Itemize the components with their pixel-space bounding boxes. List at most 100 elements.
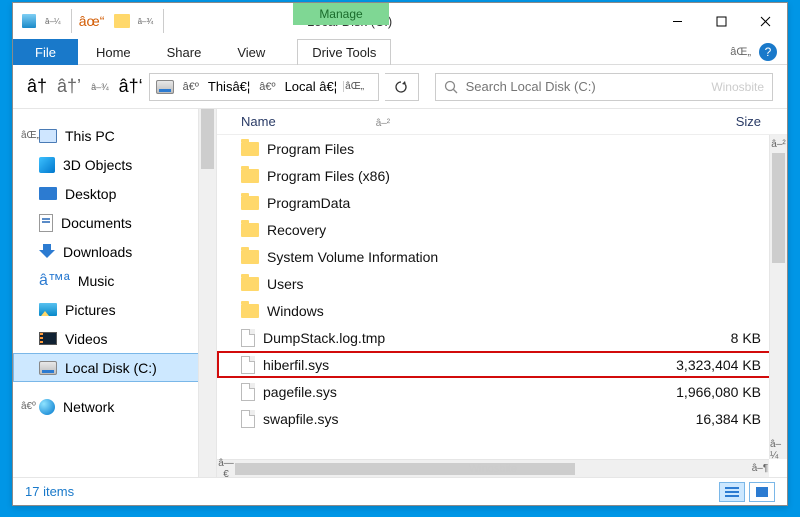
properties-icon[interactable] [19, 11, 39, 31]
sidebar-item[interactable]: Downloads [13, 237, 216, 266]
disk-icon [39, 361, 57, 375]
sort-indicator-icon: â–² [376, 118, 390, 129]
file-name: Recovery [267, 222, 326, 238]
watermark-text: Winosbite [469, 463, 517, 475]
vertical-scrollbar[interactable]: â–² â–¼ [769, 135, 787, 459]
folder-icon [241, 169, 259, 183]
tab-drive-tools[interactable]: Drive Tools [297, 39, 391, 65]
file-row[interactable]: Program Files (x86) [217, 162, 787, 189]
file-row[interactable]: swapfile.sys 16,384 KB [217, 405, 787, 432]
scrollbar-thumb[interactable] [772, 153, 785, 263]
sidebar-item[interactable]: Videos [13, 324, 216, 353]
refresh-button[interactable] [385, 73, 419, 101]
download-icon [39, 244, 55, 260]
explorer-window: Manage â–¼ âœ“ â–¾ Local Disk (C:) File … [12, 2, 788, 506]
scroll-left-icon[interactable]: â—€ [217, 458, 235, 478]
file-row[interactable]: DumpStack.log.tmp8 KB [217, 324, 787, 351]
file-name: System Volume Information [267, 249, 438, 265]
music-icon: â™ª [39, 272, 70, 290]
column-headers[interactable]: Name â–² Size [217, 109, 787, 135]
sidebar-item-label: 3D Objects [63, 157, 132, 173]
back-button[interactable]: â† [27, 76, 47, 97]
horizontal-scrollbar[interactable]: â—€ Winosbite â–¶ [217, 459, 769, 477]
scrollbar-thumb[interactable] [235, 463, 575, 475]
file-icon [241, 410, 255, 428]
address-dropdown-icon[interactable]: âŒ„ [343, 81, 365, 92]
file-size: 16,384 KB [647, 411, 787, 427]
tab-share[interactable]: Share [149, 39, 220, 65]
file-name: swapfile.sys [263, 411, 338, 427]
file-row[interactable]: hiberfil.sys 3,323,404 KB [217, 351, 787, 378]
close-button[interactable] [743, 3, 787, 39]
qat-dropdown-icon[interactable]: â–¼ [45, 17, 61, 26]
file-row[interactable]: ProgramData [217, 189, 787, 216]
sidebar-item[interactable]: Local Disk (C:) [13, 353, 216, 382]
file-name: Users [267, 276, 304, 292]
scroll-down-icon[interactable]: â–¼ [770, 441, 787, 459]
file-row[interactable]: System Volume Information [217, 243, 787, 270]
help-icon[interactable]: ? [759, 43, 777, 61]
maximize-button[interactable] [699, 3, 743, 39]
select-check-icon[interactable]: âœ“ [82, 11, 102, 31]
title-bar: â–¼ âœ“ â–¾ Local Disk (C:) [13, 3, 787, 39]
sidebar-item-label: Local Disk (C:) [65, 360, 157, 376]
sidebar-item[interactable]: â€ºNetwork [13, 392, 216, 421]
tab-view[interactable]: View [219, 39, 283, 65]
file-row[interactable]: Program Files [217, 135, 787, 162]
thumbnails-view-button[interactable] [749, 482, 775, 502]
file-list-pane: Name â–² Size Program FilesProgram Files … [217, 109, 787, 477]
sidebar-item[interactable]: Desktop [13, 179, 216, 208]
ribbon-tabs: File Home Share View Drive Tools âŒ„ ? [13, 39, 787, 65]
minimize-button[interactable] [655, 3, 699, 39]
file-name: hiberfil.sys [263, 357, 329, 373]
sidebar-item[interactable]: Documents [13, 208, 216, 237]
search-icon [444, 80, 458, 94]
breadcrumb-local-disk[interactable]: Local â€¦ [279, 74, 344, 100]
ribbon-expand-icon[interactable]: âŒ„ [730, 46, 751, 58]
folder-icon [241, 196, 259, 210]
folder-icon [241, 142, 259, 156]
contextual-tab-manage[interactable]: Manage [293, 3, 389, 25]
scroll-up-icon[interactable]: â–² [770, 135, 787, 153]
file-size: 3,323,404 KB [647, 357, 787, 373]
file-row[interactable]: Recovery [217, 216, 787, 243]
sidebar-item[interactable]: Pictures [13, 295, 216, 324]
sidebar-item-label: Network [63, 399, 114, 415]
sidebar-scrollbar[interactable] [198, 109, 216, 477]
sidebar-item-label: Music [78, 273, 115, 289]
file-row[interactable]: Users [217, 270, 787, 297]
breadcrumb-this-pc[interactable]: Thisâ€¦ [202, 74, 256, 100]
folder-icon[interactable] [112, 11, 132, 31]
sidebar-item-label: Pictures [65, 302, 116, 318]
details-view-button[interactable] [719, 482, 745, 502]
sidebar-item[interactable]: 3D Objects [13, 150, 216, 179]
tab-file[interactable]: File [13, 39, 78, 65]
qat-overflow-icon[interactable]: â–¾ [138, 17, 154, 26]
navigation-pane: âŒ„This PC 3D Objects DesktopDocuments Down… [13, 109, 217, 477]
folder-icon [241, 304, 259, 318]
chevron-right-icon[interactable]: â€º [256, 81, 278, 93]
scroll-right-icon[interactable]: â–¶ [751, 463, 769, 474]
file-name: pagefile.sys [263, 384, 337, 400]
history-dropdown-icon[interactable]: â–¾ [91, 82, 109, 92]
chevron-right-icon[interactable]: â€º [180, 81, 202, 93]
status-bar: 17 items [13, 477, 787, 505]
address-bar[interactable]: â€º Thisâ€¦ â€º Local â€¦ âŒ„ [149, 73, 379, 101]
tab-home[interactable]: Home [78, 39, 149, 65]
column-size[interactable]: Size [647, 114, 787, 129]
file-row[interactable]: pagefile.sys 1,966,080 KB [217, 378, 787, 405]
up-button[interactable]: â†‘ [119, 76, 143, 97]
sidebar-item-label: Videos [65, 331, 108, 347]
file-size: 1,966,080 KB [647, 384, 787, 400]
sidebar-item-label: Downloads [63, 244, 132, 260]
scrollbar-thumb[interactable] [201, 109, 214, 169]
search-box[interactable]: Winosbite [435, 73, 773, 101]
sidebar-item[interactable]: â™ª Music [13, 266, 216, 295]
separator [163, 9, 164, 33]
folder-icon [241, 250, 259, 264]
column-name[interactable]: Name [241, 114, 276, 129]
search-input[interactable] [466, 79, 704, 94]
pc-icon [39, 129, 57, 143]
file-row[interactable]: Windows [217, 297, 787, 324]
sidebar-item[interactable]: âŒ„This PC [13, 121, 216, 150]
